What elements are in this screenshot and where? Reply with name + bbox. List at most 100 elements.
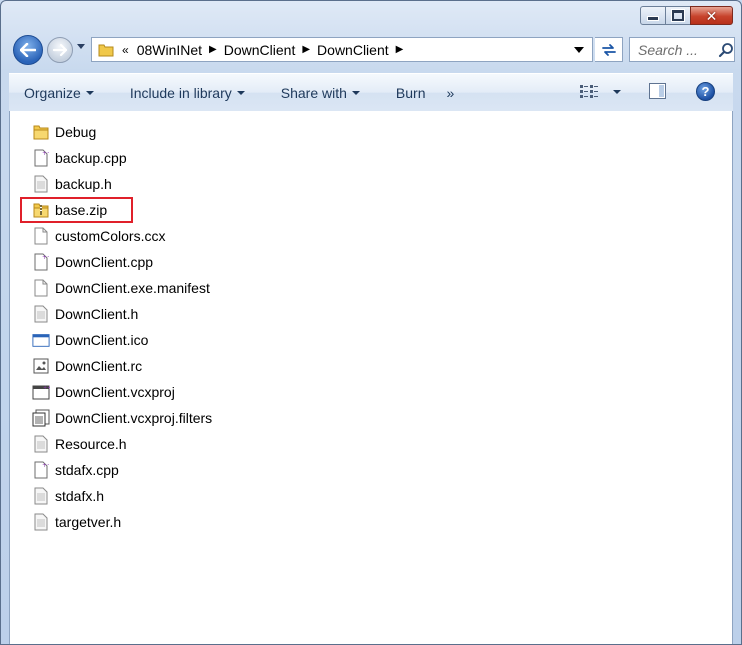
recent-pages-dropdown[interactable] bbox=[77, 44, 85, 49]
file-list-item[interactable]: stdafx.h bbox=[32, 483, 212, 509]
file-name: DownClient.vcxproj.filters bbox=[55, 410, 213, 426]
text-file-icon bbox=[32, 513, 50, 531]
file-list-item[interactable]: DownClient.ico bbox=[32, 327, 212, 353]
file-list-item[interactable]: DownClient.vcxproj.filters bbox=[32, 405, 212, 431]
file-list-item[interactable]: DownClient.rc bbox=[32, 353, 212, 379]
change-view-button[interactable] bbox=[579, 84, 621, 100]
file-list-item[interactable]: ++ stdafx.cpp bbox=[32, 457, 212, 483]
file-name: Resource.h bbox=[55, 436, 127, 452]
file-name: backup.cpp bbox=[55, 150, 127, 166]
cpp-file-icon: ++ bbox=[32, 461, 50, 479]
file-list-item[interactable]: ++ DownClient.vcxproj bbox=[32, 379, 212, 405]
file-list-item[interactable]: base.zip bbox=[19, 197, 212, 223]
blank-file-icon bbox=[32, 227, 50, 245]
file-list-item[interactable]: DownClient.exe.manifest bbox=[32, 275, 212, 301]
file-list-item[interactable]: customColors.ccx bbox=[32, 223, 212, 249]
text-file-icon bbox=[32, 175, 50, 193]
search-input[interactable] bbox=[636, 40, 712, 59]
chevron-down-icon bbox=[351, 91, 360, 95]
command-bar: Organize Include in library Share with B… bbox=[9, 73, 733, 112]
file-name: DownClient.ico bbox=[55, 332, 149, 348]
burn-button[interactable]: Burn bbox=[371, 74, 437, 111]
chevron-down-icon bbox=[236, 91, 245, 95]
vcxproj-file-icon: ++ bbox=[32, 383, 50, 401]
file-list-item[interactable]: ++ DownClient.cpp bbox=[32, 249, 212, 275]
cpp-file-icon: ++ bbox=[32, 253, 50, 271]
address-bar[interactable]: « 08WinINet ▶ DownClient ▶ DownClient ▶ bbox=[91, 37, 593, 62]
breadcrumb-separator-icon[interactable]: ▶ bbox=[396, 44, 404, 55]
file-list-pane[interactable]: Debug ++ backup.cpp backup.h base.zip customC… bbox=[9, 111, 733, 644]
file-list-item[interactable]: Debug bbox=[32, 119, 212, 145]
folder-icon bbox=[32, 123, 50, 141]
text-file-icon bbox=[32, 487, 50, 505]
breadcrumb-item[interactable]: DownClient bbox=[224, 42, 296, 58]
svg-text:++: ++ bbox=[43, 385, 50, 391]
back-arrow-icon bbox=[20, 43, 36, 57]
include-in-library-label: Include in library bbox=[129, 84, 232, 101]
file-name: stdafx.cpp bbox=[55, 462, 119, 478]
file-name: DownClient.vcxproj bbox=[55, 384, 175, 400]
address-dropdown-icon[interactable] bbox=[574, 47, 584, 53]
file-name: backup.h bbox=[55, 176, 112, 192]
forward-arrow-icon bbox=[53, 44, 67, 56]
file-name: customColors.ccx bbox=[55, 228, 166, 244]
forward-button[interactable] bbox=[47, 37, 73, 63]
file-name: targetver.h bbox=[55, 514, 122, 530]
text-file-icon bbox=[32, 305, 50, 323]
caption-buttons: ✕ bbox=[640, 6, 733, 25]
breadcrumb-item[interactable]: DownClient bbox=[317, 42, 389, 58]
svg-text:++: ++ bbox=[42, 462, 49, 469]
minimize-icon bbox=[647, 16, 659, 21]
file-list-item[interactable]: ++ backup.cpp bbox=[32, 145, 212, 171]
breadcrumb-overflow[interactable]: « bbox=[122, 43, 129, 57]
file-list-item[interactable]: backup.h bbox=[32, 171, 212, 197]
file-list-item[interactable]: DownClient.h bbox=[32, 301, 212, 327]
svg-text:++: ++ bbox=[42, 150, 49, 157]
chevron-down-icon bbox=[85, 91, 94, 95]
minimize-button[interactable] bbox=[640, 6, 666, 25]
zip-folder-icon bbox=[32, 201, 50, 219]
blank-file-icon bbox=[32, 279, 50, 297]
explorer-window: ✕ « 08WinINet ▶ DownClient ▶ DownClient … bbox=[0, 0, 742, 645]
breadcrumb-separator-icon[interactable]: ▶ bbox=[209, 44, 217, 55]
file-name: Debug bbox=[55, 124, 97, 140]
svg-text:++: ++ bbox=[42, 254, 49, 261]
file-list-item[interactable]: Resource.h bbox=[32, 431, 212, 457]
maximize-button[interactable] bbox=[665, 6, 691, 25]
back-button[interactable] bbox=[13, 35, 43, 65]
more-commands-button[interactable]: » bbox=[436, 85, 464, 101]
filters-file-icon bbox=[32, 409, 50, 427]
close-icon: ✕ bbox=[705, 7, 718, 24]
search-icon[interactable] bbox=[718, 42, 734, 58]
organize-label: Organize bbox=[24, 84, 81, 101]
file-list: Debug ++ backup.cpp backup.h base.zip customC… bbox=[19, 119, 212, 535]
share-with-button[interactable]: Share with bbox=[256, 74, 371, 111]
text-file-icon bbox=[32, 435, 50, 453]
burn-label: Burn bbox=[395, 84, 426, 101]
file-name: DownClient.exe.manifest bbox=[55, 280, 210, 296]
breadcrumb-separator-icon[interactable]: ▶ bbox=[302, 44, 310, 55]
help-button[interactable]: ? bbox=[696, 82, 715, 101]
refresh-button[interactable] bbox=[595, 37, 623, 62]
refresh-icon bbox=[601, 43, 616, 56]
cpp-file-icon: ++ bbox=[32, 149, 50, 167]
maximize-icon bbox=[672, 10, 684, 21]
file-list-item[interactable]: targetver.h bbox=[32, 509, 212, 535]
share-with-label: Share with bbox=[280, 84, 347, 101]
rc-file-icon bbox=[32, 357, 50, 375]
chevron-down-icon[interactable] bbox=[613, 90, 621, 94]
ico-file-icon bbox=[32, 331, 50, 349]
breadcrumb-item[interactable]: 08WinINet bbox=[137, 42, 202, 58]
file-name: stdafx.h bbox=[55, 488, 105, 504]
file-name: DownClient.rc bbox=[55, 358, 143, 374]
close-button[interactable]: ✕ bbox=[690, 6, 733, 25]
file-name: DownClient.cpp bbox=[55, 254, 154, 270]
include-in-library-button[interactable]: Include in library bbox=[105, 74, 256, 111]
preview-pane-button[interactable] bbox=[649, 83, 666, 99]
file-name: DownClient.h bbox=[55, 306, 139, 322]
navigation-bar: « 08WinINet ▶ DownClient ▶ DownClient ▶ bbox=[9, 35, 735, 65]
file-name: base.zip bbox=[55, 202, 108, 218]
search-box[interactable] bbox=[629, 37, 735, 62]
folder-icon bbox=[98, 44, 114, 56]
organize-button[interactable]: Organize bbox=[9, 74, 105, 111]
